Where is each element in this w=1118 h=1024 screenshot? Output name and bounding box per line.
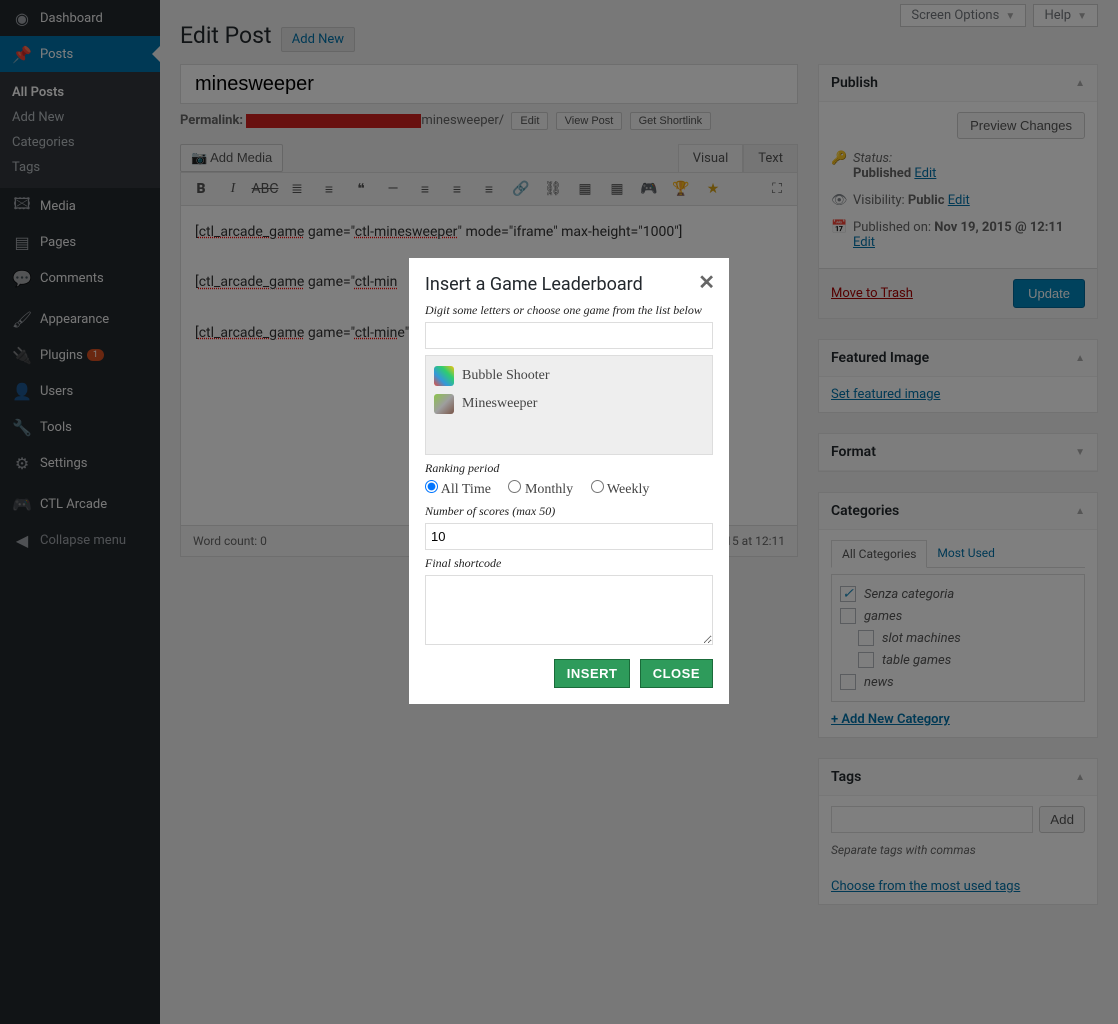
game-list-item[interactable]: Bubble Shooter (432, 362, 706, 390)
game-search-input[interactable] (425, 322, 713, 349)
modal-title: Insert a Game Leaderboard (425, 274, 713, 295)
modal-close-button[interactable]: ✕ (698, 270, 715, 294)
num-scores-label: Number of scores (max 50) (425, 504, 713, 519)
game-list-item[interactable]: Minesweeper (432, 390, 706, 418)
ranking-label: Ranking period (425, 461, 713, 476)
radio-monthly[interactable]: Monthly (508, 482, 573, 497)
radio-weekly[interactable]: Weekly (591, 482, 650, 497)
radio-all-time[interactable]: All Time (425, 482, 491, 497)
game-thumbnail-icon (434, 366, 454, 386)
game-thumbnail-icon (434, 394, 454, 414)
search-label: Digit some letters or choose one game fr… (425, 303, 713, 318)
game-list: Bubble Shooter Minesweeper (425, 355, 713, 455)
insert-button[interactable]: INSERT (554, 659, 631, 688)
close-button[interactable]: CLOSE (640, 659, 713, 688)
game-name: Bubble Shooter (462, 368, 550, 384)
leaderboard-modal: ✕ Insert a Game Leaderboard Digit some l… (409, 258, 729, 704)
game-name: Minesweeper (462, 396, 537, 412)
shortcode-output[interactable] (425, 575, 713, 645)
num-scores-input[interactable] (425, 523, 713, 550)
shortcode-label: Final shortcode (425, 556, 713, 571)
